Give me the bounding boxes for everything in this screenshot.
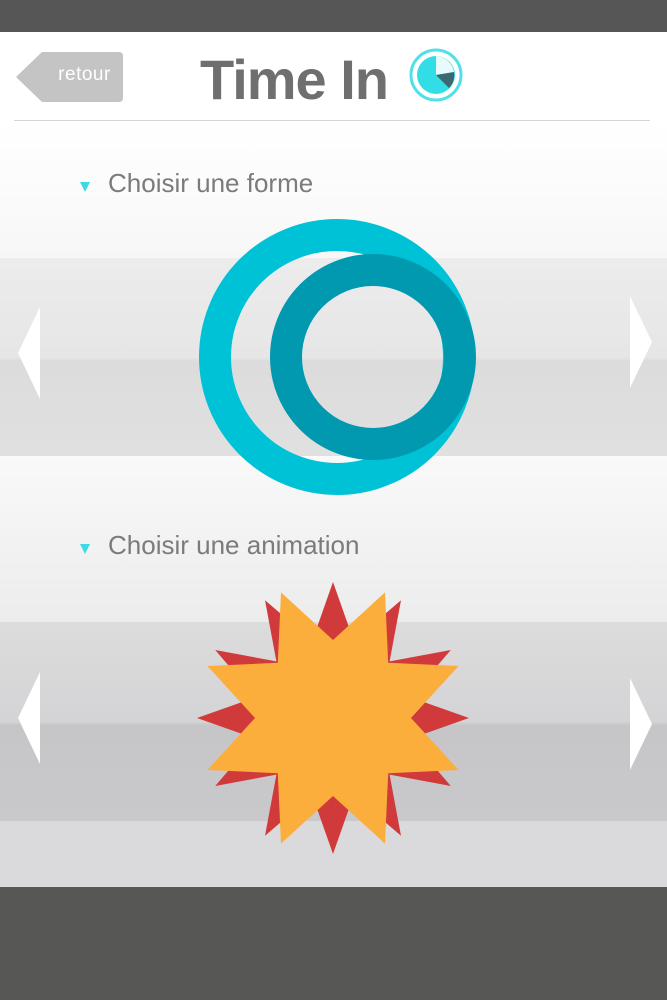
chevron-left-icon[interactable] [18, 672, 40, 764]
shape-section-label: Choisir une forme [108, 168, 314, 198]
status-bar [0, 0, 667, 32]
chevron-right-icon[interactable] [630, 678, 652, 770]
timer-clock-icon [409, 48, 463, 102]
chevron-left-icon[interactable] [18, 307, 40, 399]
animation-section-label: Choisir une animation [108, 530, 360, 560]
bottom-bar [0, 887, 667, 1000]
back-button-label: retour [58, 64, 111, 85]
disclosure-triangle-icon [80, 544, 90, 554]
concentric-rings-icon[interactable] [196, 218, 480, 502]
app-screen: retour Time In Choisir une forme Choisir… [0, 32, 667, 887]
header-divider [14, 120, 650, 121]
disclosure-triangle-icon [80, 182, 90, 192]
header: retour Time In [0, 32, 667, 122]
starburst-icon[interactable] [196, 580, 472, 856]
app-title: Time In [200, 48, 389, 111]
back-button[interactable]: retour [16, 52, 123, 102]
chevron-right-icon[interactable] [630, 296, 652, 388]
